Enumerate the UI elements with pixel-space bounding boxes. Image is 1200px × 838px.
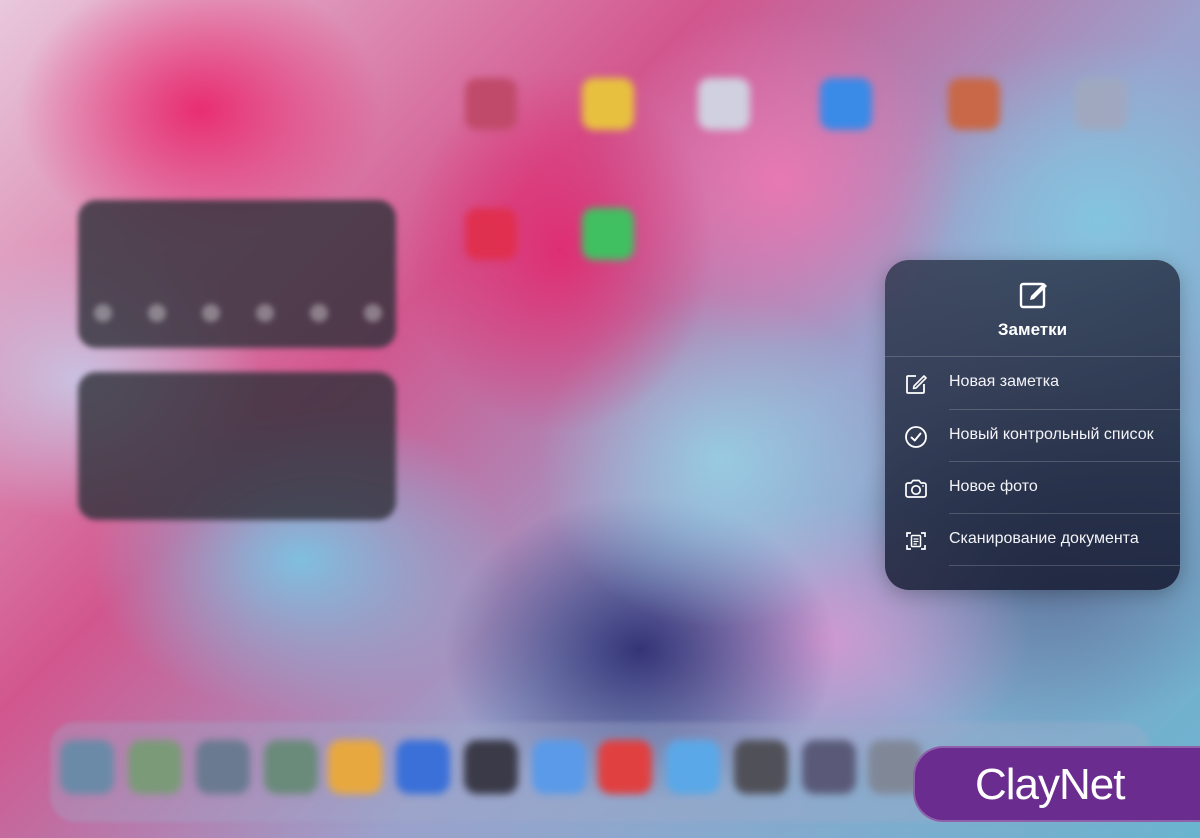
scan-document-label: Сканирование документа [949, 530, 1139, 547]
separator [949, 565, 1180, 566]
scan-document-action[interactable]: Сканирование документа [885, 514, 1180, 566]
new-note-icon [906, 375, 927, 394]
watermark-text: ClayNet [975, 760, 1125, 809]
blurred-dock-icon [328, 740, 382, 794]
compose-icon [1019, 282, 1047, 309]
blurred-dock-icon [532, 740, 586, 794]
notes-quick-actions-menu: Заметки Новая заметка Новый контрольный … [885, 260, 1180, 590]
blurred-dock-icon [60, 740, 114, 794]
checkmark-circle-icon [905, 426, 927, 448]
blurred-widget [78, 372, 396, 520]
blurred-app-icon [465, 208, 517, 260]
blurred-app-icon [1075, 78, 1127, 130]
new-note-action[interactable]: Новая заметка [885, 357, 1180, 409]
scan-document-icon [906, 532, 926, 550]
blurred-dock-icon [464, 740, 518, 794]
blurred-app-icon [698, 78, 750, 130]
blurred-app-icon [820, 78, 872, 130]
blurred-weather-widget [78, 200, 396, 348]
blurred-dock-icon [802, 740, 856, 794]
blurred-app-icon [948, 78, 1000, 130]
app-title: Заметки [997, 320, 1068, 339]
claynet-watermark: ClayNet [913, 746, 1200, 822]
blurred-dock-icon [666, 740, 720, 794]
new-note-label: Новая заметка [949, 373, 1059, 390]
blurred-dock-icon [264, 740, 318, 794]
blurred-dock-icon [598, 740, 652, 794]
blurred-dock-icon [734, 740, 788, 794]
blurred-app-icon [582, 208, 634, 260]
blurred-dock-icon [196, 740, 250, 794]
blurred-dock-icon [396, 740, 450, 794]
new-checklist-label: Новый контрольный список [949, 426, 1154, 443]
blurred-app-icon [582, 78, 634, 130]
new-checklist-action[interactable]: Новый контрольный список [885, 410, 1180, 462]
new-photo-action[interactable]: Новое фото [885, 462, 1180, 514]
blurred-app-icon [465, 78, 517, 130]
blurred-dock-icon [128, 740, 182, 794]
menu-header: Заметки [885, 260, 1180, 356]
new-photo-label: Новое фото [949, 478, 1038, 495]
camera-icon [905, 479, 927, 498]
